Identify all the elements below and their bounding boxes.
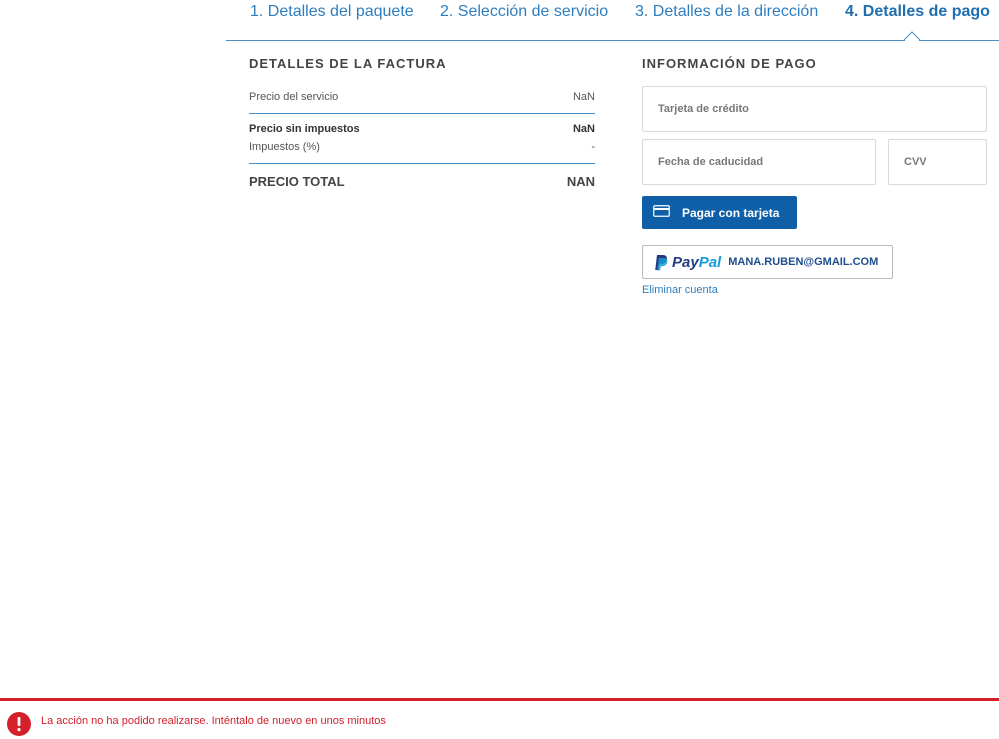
total-label: PRECIO TOTAL (249, 174, 345, 189)
total-value: NAN (566, 174, 595, 189)
credit-card-icon (653, 205, 670, 220)
pre-tax-label: Precio sin impuestos (249, 123, 360, 135)
cvv-input[interactable] (902, 155, 986, 169)
pre-tax-row: Precio sin impuestos NaN (249, 123, 595, 135)
service-price-value: NaN (572, 91, 595, 103)
service-price-row: Precio del servicio NaN (249, 91, 595, 103)
paypal-wordmark: PayPal (672, 253, 722, 271)
active-step-pointer-icon (904, 31, 920, 44)
paypal-button[interactable]: PayPal MANA.RUBEN@GMAIL.COM (642, 245, 893, 279)
payment-title: INFORMACIÓN DE PAGO (642, 56, 817, 71)
step-payment-details[interactable]: 4. Detalles de pago (845, 3, 990, 21)
tax-value: - (591, 141, 595, 153)
tax-label: Impuestos (%) (249, 141, 320, 153)
service-price-label: Precio del servicio (249, 91, 339, 103)
error-message: La acción no ha podido realizarse. Intén… (41, 715, 386, 727)
cvv-field[interactable] (888, 139, 987, 185)
error-notification: La acción no ha podido realizarse. Intén… (0, 698, 999, 739)
expiry-field[interactable] (642, 139, 876, 185)
card-number-field[interactable] (642, 86, 987, 132)
step-service-selection[interactable]: 2. Selección de servicio (440, 3, 608, 21)
invoice-divider (249, 113, 595, 114)
checkout-page: 1. Detalles del paquete 2. Selección de … (0, 0, 999, 739)
paypal-email: MANA.RUBEN@GMAIL.COM (728, 256, 879, 268)
paypal-logo-icon (654, 254, 668, 271)
delete-account-link[interactable]: Eliminar cuenta (642, 284, 718, 296)
pay-with-card-button[interactable]: Pagar con tarjeta (642, 196, 797, 229)
invoice-title: DETALLES DE LA FACTURA (249, 56, 447, 71)
step-address-details[interactable]: 3. Detalles de la dirección (635, 3, 818, 21)
step-package-details[interactable]: 1. Detalles del paquete (250, 3, 414, 21)
tax-row: Impuestos (%) - (249, 141, 595, 153)
expiry-input[interactable] (656, 155, 875, 169)
checkout-steps: 1. Detalles del paquete 2. Selección de … (226, 0, 999, 41)
total-row: PRECIO TOTAL NAN (249, 174, 595, 189)
error-icon (7, 712, 31, 739)
card-number-input[interactable] (656, 102, 986, 116)
pay-with-card-label: Pagar con tarjeta (682, 205, 780, 220)
pre-tax-value: NaN (572, 123, 595, 135)
invoice-divider (249, 163, 595, 164)
